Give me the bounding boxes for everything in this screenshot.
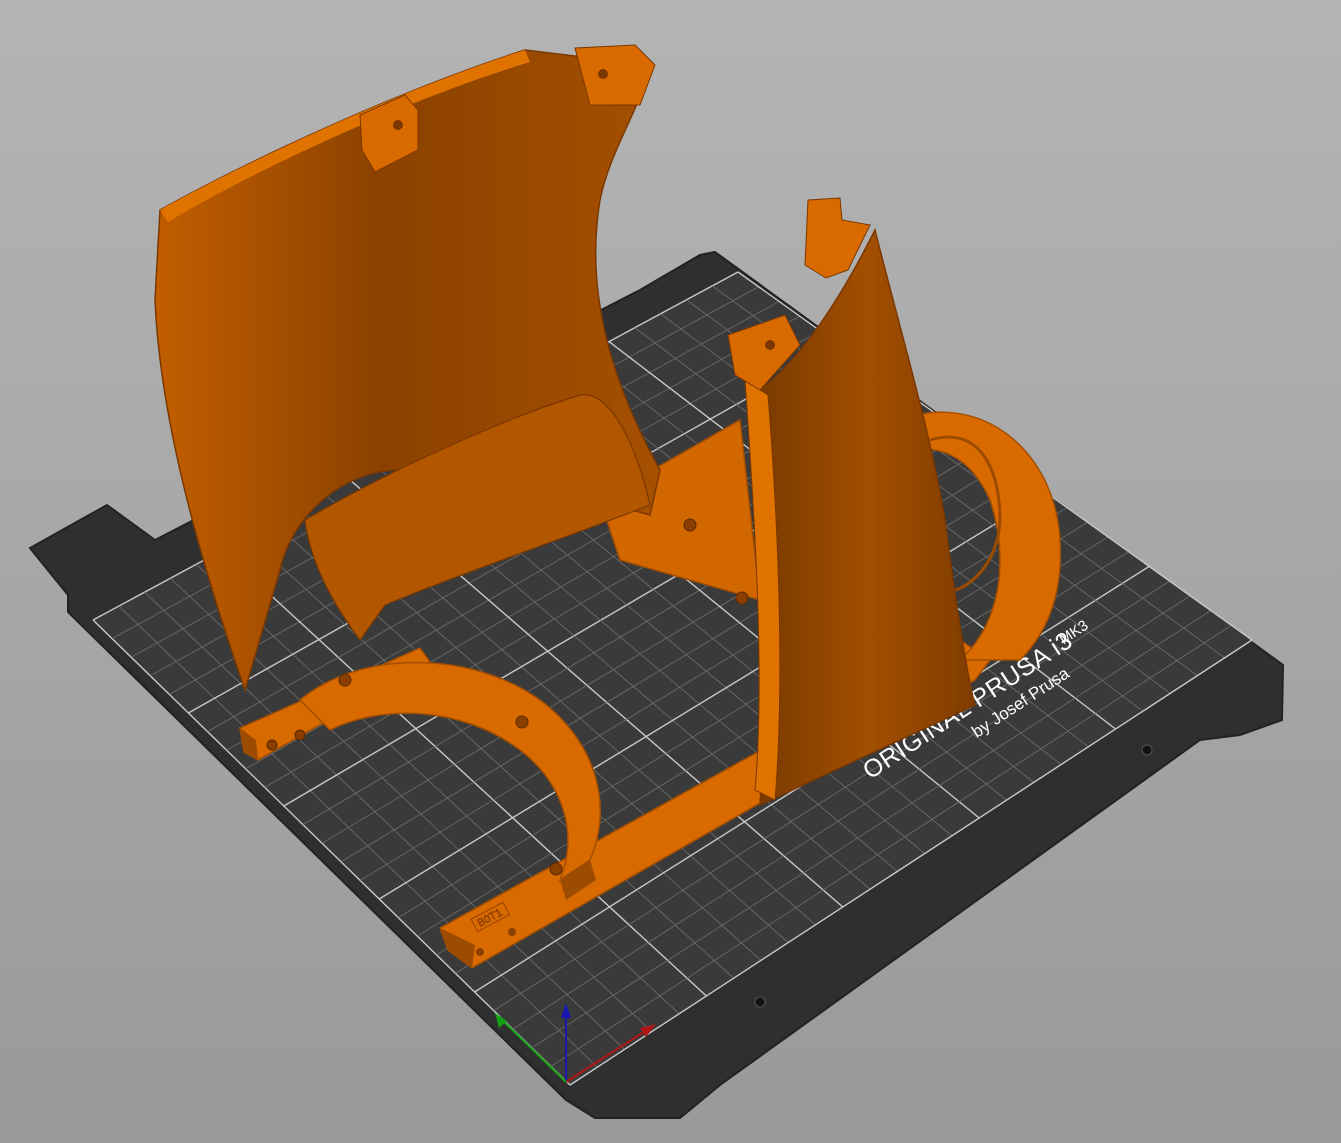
- bed-screw-hole: [754, 996, 766, 1008]
- scene-canvas[interactable]: ORIGINAL PRUSA i3 MK3 by Josef Prusa B0T…: [0, 0, 1341, 1143]
- bed-screw-hole: [1141, 744, 1153, 756]
- 3d-viewport[interactable]: ORIGINAL PRUSA i3 MK3 by Josef Prusa B0T…: [0, 0, 1341, 1143]
